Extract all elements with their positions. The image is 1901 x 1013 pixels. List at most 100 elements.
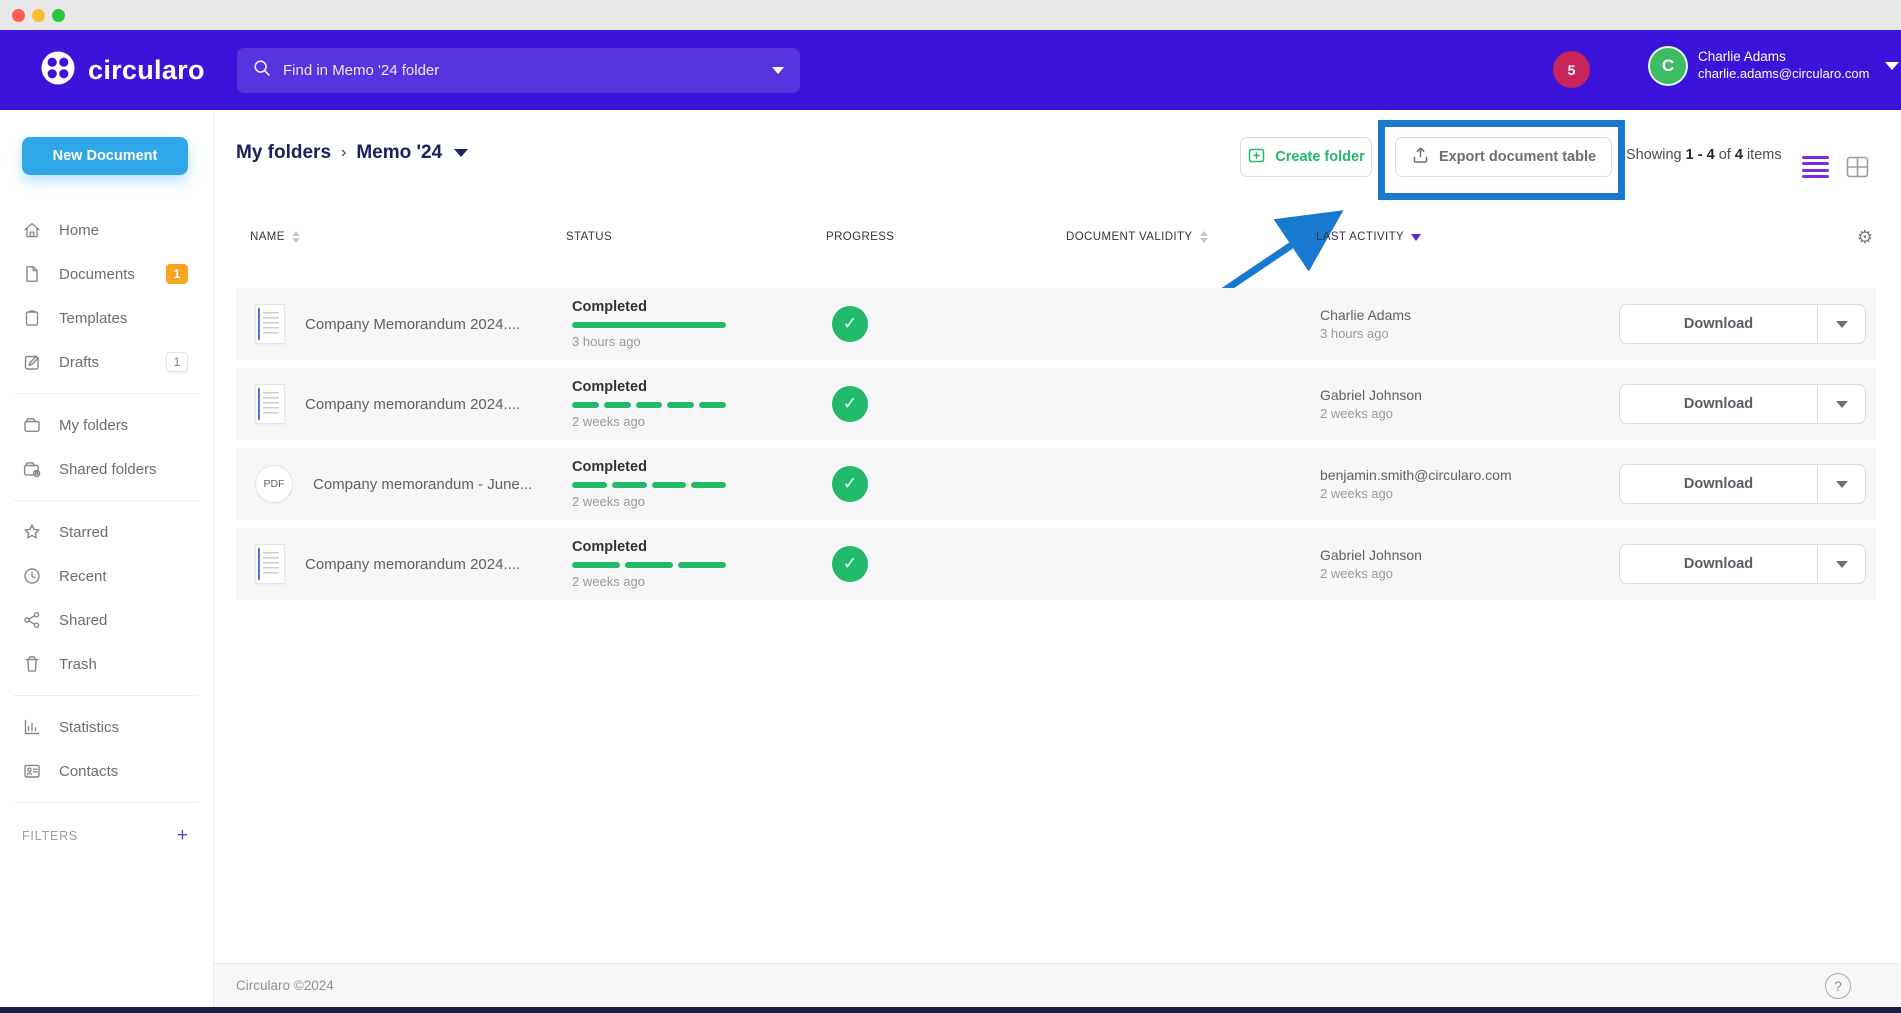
breadcrumb-separator: › (341, 144, 346, 162)
sidebar-item-shared-folders[interactable]: Shared folders (0, 447, 213, 491)
add-filter-button[interactable]: + (177, 826, 188, 845)
column-header-last-activity[interactable]: LAST ACTIVITY (1296, 231, 1616, 243)
document-name[interactable]: Company Memorandum 2024.... (305, 316, 520, 333)
sidebar-item-starred[interactable]: Starred (0, 510, 213, 554)
sidebar-divider (14, 393, 199, 394)
shared-folder-icon (22, 459, 42, 479)
contact-card-icon (22, 761, 42, 781)
search-input[interactable] (283, 62, 762, 79)
export-upload-icon (1411, 146, 1430, 169)
brand-name: circularo (88, 55, 205, 86)
create-folder-button[interactable]: Create folder (1240, 137, 1372, 177)
last-activity-user: Gabriel Johnson (1320, 386, 1616, 405)
sidebar-item-label: Contacts (59, 763, 118, 780)
showing-items-counter: Showing 1 - 4 of 4 items (1626, 147, 1782, 163)
close-window-button[interactable] (12, 9, 25, 22)
sidebar-item-my-folders[interactable]: My folders (0, 403, 213, 447)
breadcrumb-my-folders[interactable]: My folders (236, 142, 331, 164)
search-icon (253, 59, 271, 82)
document-name[interactable]: Company memorandum 2024.... (305, 556, 520, 573)
table-row[interactable]: Company memorandum 2024.... Completed 2 … (236, 368, 1876, 440)
trash-icon (22, 654, 42, 674)
download-split-button[interactable]: Download (1619, 384, 1866, 424)
breadcrumb-current-folder[interactable]: Memo '24 (356, 142, 442, 164)
list-view-toggle[interactable] (1802, 156, 1829, 178)
home-icon (22, 220, 42, 240)
sidebar-item-shared[interactable]: Shared (0, 598, 213, 642)
sidebar-item-templates[interactable]: Templates (0, 296, 213, 340)
progress-completed-check-icon: ✓ (832, 546, 868, 582)
download-options-button[interactable] (1817, 465, 1865, 503)
grid-view-toggle[interactable] (1846, 156, 1869, 178)
sidebar-item-drafts[interactable]: Drafts 1 (0, 340, 213, 384)
new-document-button[interactable]: New Document (22, 137, 188, 175)
table-row[interactable]: Company Memorandum 2024.... Completed 3 … (236, 288, 1876, 360)
copyright-text: Circularo ©2024 (236, 978, 334, 993)
notification-badge[interactable]: 5 (1553, 51, 1590, 88)
sidebar-item-label: Shared (59, 612, 107, 629)
download-options-button[interactable] (1817, 385, 1865, 423)
progress-completed-check-icon: ✓ (832, 306, 868, 342)
documents-count-badge: 1 (166, 264, 188, 284)
sidebar-item-recent[interactable]: Recent (0, 554, 213, 598)
document-name[interactable]: Company memorandum 2024.... (305, 396, 520, 413)
download-options-button[interactable] (1817, 545, 1865, 583)
breadcrumb: My folders › Memo '24 (236, 142, 468, 164)
download-button[interactable]: Download (1620, 545, 1817, 583)
column-header-name[interactable]: NAME (236, 231, 566, 243)
table-header: NAME STATUS PROGRESS DOCUMENT VALIDITY L… (236, 228, 1876, 246)
filters-label: FILTERS (22, 829, 78, 843)
column-header-status[interactable]: STATUS (566, 231, 826, 243)
brand-logo[interactable]: circularo (40, 50, 205, 91)
search-bar[interactable] (237, 48, 800, 93)
chevron-down-icon (1836, 481, 1848, 488)
export-document-table-button[interactable]: Export document table (1395, 137, 1612, 177)
export-document-table-label: Export document table (1439, 149, 1596, 165)
download-split-button[interactable]: Download (1619, 544, 1866, 584)
search-options-caret-icon[interactable] (772, 67, 784, 74)
sidebar-item-label: Statistics (59, 719, 119, 736)
sidebar-item-trash[interactable]: Trash (0, 642, 213, 686)
last-activity-user: Gabriel Johnson (1320, 546, 1616, 565)
table-settings-gear-icon[interactable]: ⚙ (1857, 228, 1876, 246)
sidebar-item-contacts[interactable]: Contacts (0, 749, 213, 793)
column-header-progress[interactable]: PROGRESS (826, 231, 1046, 243)
help-button[interactable]: ? (1825, 973, 1851, 999)
minimize-window-button[interactable] (32, 9, 45, 22)
document-icon (22, 264, 42, 284)
last-activity-user: Charlie Adams (1320, 306, 1616, 325)
chevron-down-icon (1836, 321, 1848, 328)
user-menu-caret-icon[interactable] (1885, 62, 1899, 70)
column-header-document-validity[interactable]: DOCUMENT VALIDITY (1046, 231, 1296, 243)
download-button[interactable]: Download (1620, 385, 1817, 423)
chevron-down-icon (1836, 561, 1848, 568)
pdf-file-icon: PDF (255, 465, 293, 503)
bar-chart-icon (22, 717, 42, 737)
download-options-button[interactable] (1817, 305, 1865, 343)
sidebar-item-label: Home (59, 222, 99, 239)
sidebar-item-label: My folders (59, 417, 128, 434)
sidebar-item-label: Documents (59, 266, 135, 283)
table-row[interactable]: Company memorandum 2024.... Completed 2 … (236, 528, 1876, 600)
status-progress-bar (572, 562, 726, 568)
sidebar-item-statistics[interactable]: Statistics (0, 705, 213, 749)
folder-icon (22, 415, 42, 435)
download-button[interactable]: Download (1620, 305, 1817, 343)
sort-descending-icon (1411, 234, 1421, 241)
sidebar-item-home[interactable]: Home (0, 208, 213, 252)
last-activity-time: 2 weeks ago (1320, 565, 1616, 583)
download-split-button[interactable]: Download (1619, 464, 1866, 504)
status-label: Completed (572, 539, 826, 555)
folder-menu-caret-icon[interactable] (454, 149, 468, 157)
sort-icon[interactable] (1200, 231, 1208, 243)
document-name[interactable]: Company memorandum - June... (313, 476, 532, 493)
sort-icon[interactable] (292, 231, 300, 243)
sidebar-item-documents[interactable]: Documents 1 (0, 252, 213, 296)
download-button[interactable]: Download (1620, 465, 1817, 503)
user-name: Charlie Adams (1698, 49, 1869, 66)
table-row[interactable]: PDF Company memorandum - June... Complet… (236, 448, 1876, 520)
document-thumbnail-icon (255, 544, 285, 584)
user-menu[interactable]: C Charlie Adams charlie.adams@circularo.… (1648, 46, 1899, 86)
download-split-button[interactable]: Download (1619, 304, 1866, 344)
zoom-window-button[interactable] (52, 9, 65, 22)
